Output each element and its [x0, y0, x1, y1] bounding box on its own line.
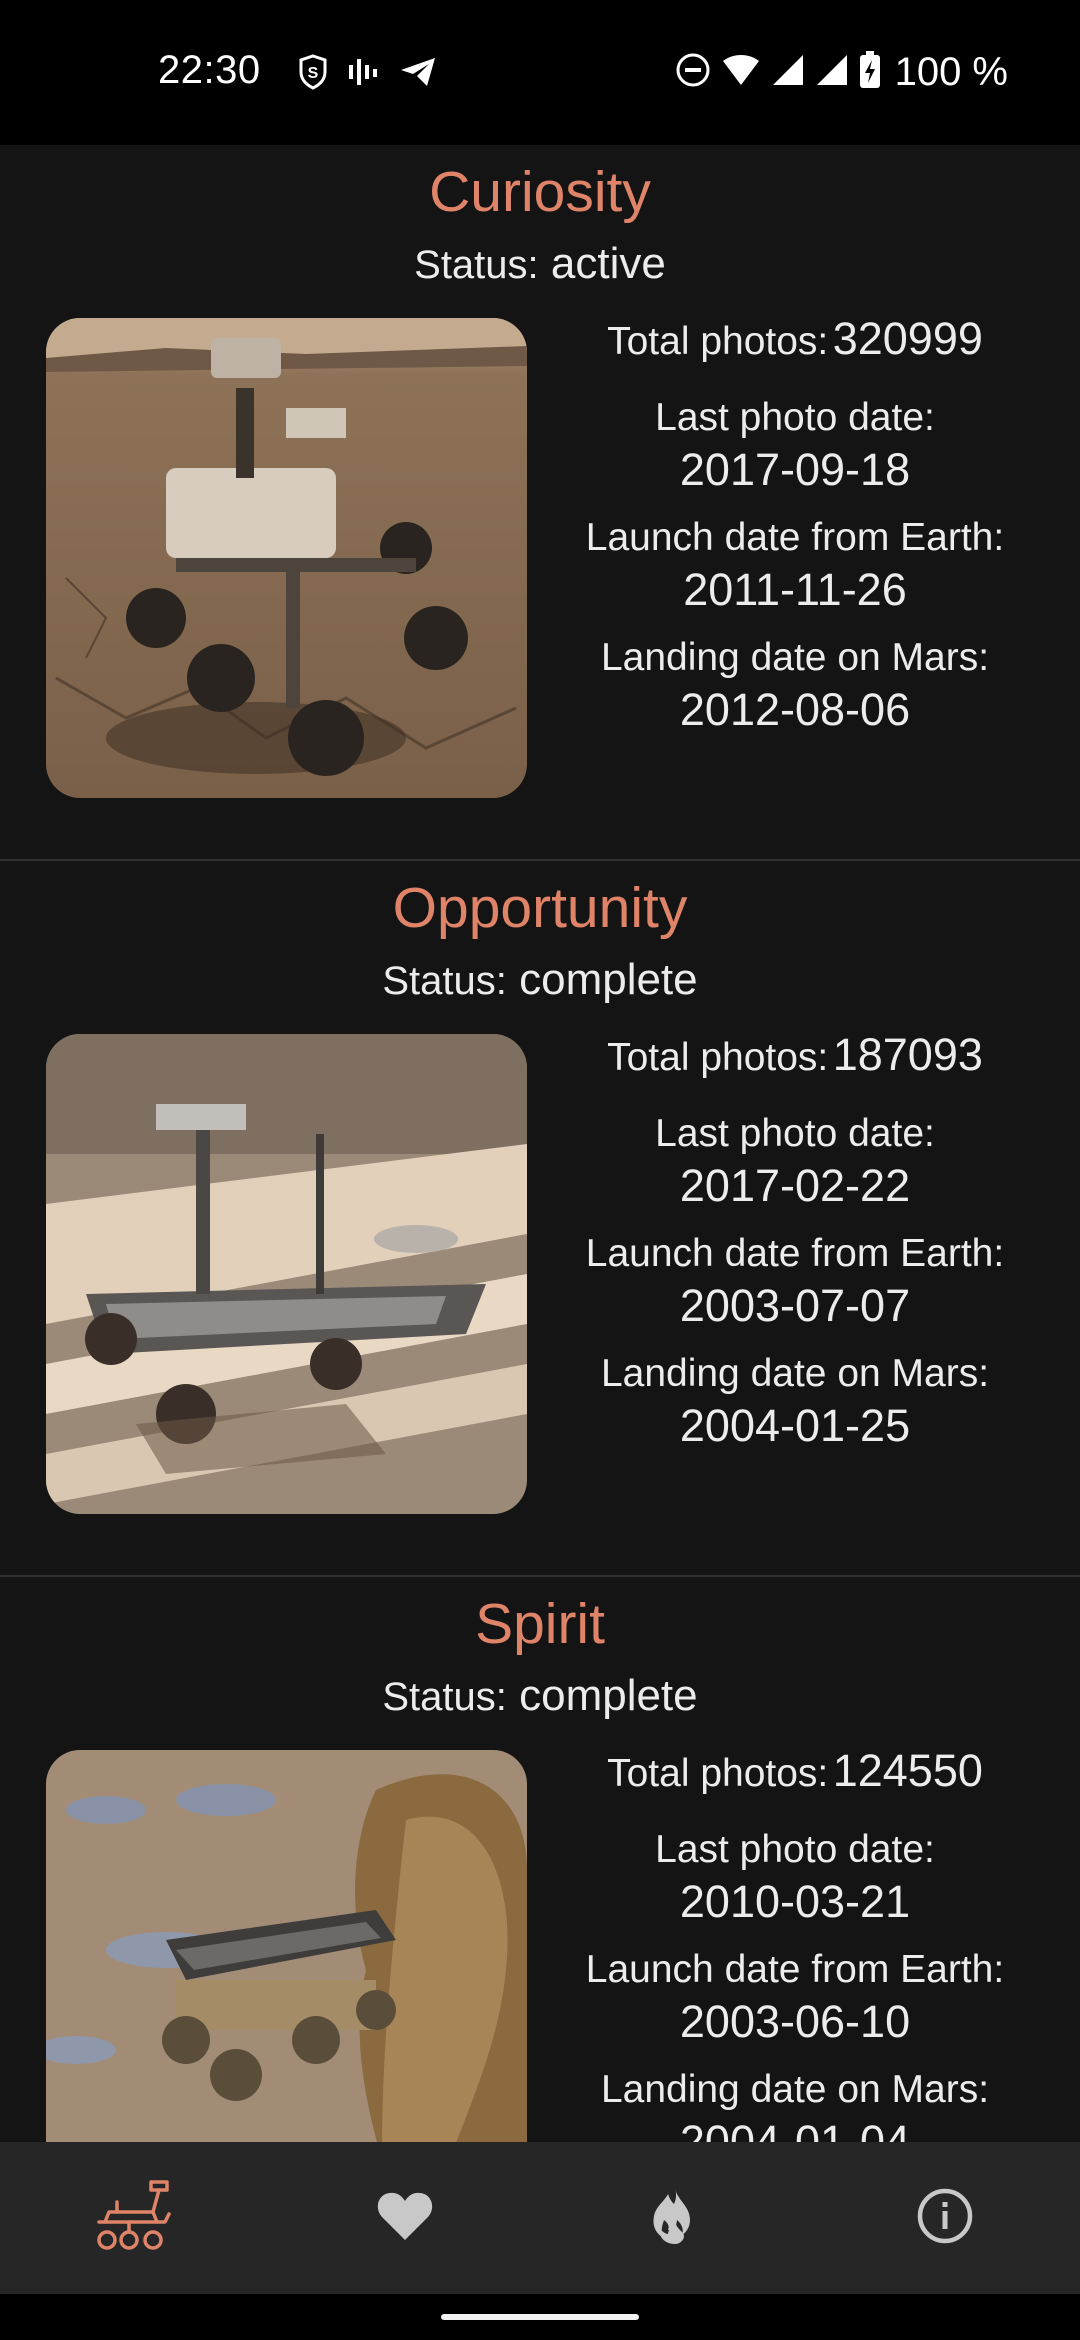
status-value: active: [550, 239, 666, 288]
rover-card-spirit[interactable]: Spirit Status: complete Total photos: 12…: [0, 1577, 1080, 2142]
rover-photo[interactable]: [46, 1750, 527, 2142]
nav-item-popular[interactable]: [540, 2142, 810, 2294]
status-bar: 22:30 S 100 %: [0, 0, 1080, 145]
telegram-icon: [399, 56, 437, 93]
home-gesture-bar[interactable]: [441, 2314, 639, 2320]
rover-card-opportunity[interactable]: Opportunity Status: complete Total photo…: [0, 861, 1080, 1577]
rover-photo[interactable]: [46, 318, 527, 798]
signal-icon: [815, 53, 849, 92]
sound-bars-icon: [347, 57, 381, 92]
rover-name: Curiosity: [429, 160, 651, 224]
battery-percentage: 100 %: [894, 50, 1008, 94]
landing-date: Landing date on Mars: 2004-01-04: [600, 2068, 990, 2142]
rover-status: Status: complete: [0, 1671, 1080, 1721]
rover-name: Opportunity: [392, 876, 688, 940]
rover-details: Total photos: 124550 Last photo date: 20…: [555, 1745, 1035, 2142]
launch-date: Launch date from Earth: 2003-06-10: [585, 1948, 1005, 2047]
total-photos: Total photos: 320999: [607, 313, 983, 364]
nav-item-favorites[interactable]: [270, 2142, 540, 2294]
rover-icon: [93, 2178, 177, 2259]
rover-details: Total photos: 320999 Last photo date: 20…: [555, 313, 1035, 752]
last-photo-date: Last photo date: 2010-03-21: [655, 1828, 935, 1927]
launch-date: Launch date from Earth: 2011-11-26: [585, 516, 1005, 615]
svg-text:S: S: [308, 65, 319, 82]
battery-charging-icon: [859, 51, 881, 94]
total-photos: Total photos: 187093: [607, 1029, 983, 1080]
info-icon: [916, 2187, 974, 2250]
gesture-area: [0, 2294, 1080, 2340]
rover-list[interactable]: Curiosity Status: active Total photos: 3…: [0, 145, 1080, 2142]
heart-icon: [376, 2190, 434, 2247]
fire-icon: [650, 2186, 700, 2251]
status-label: Status:: [382, 1675, 507, 1719]
rover-card-curiosity[interactable]: Curiosity Status: active Total photos: 3…: [0, 145, 1080, 861]
wifi-icon: [721, 53, 761, 92]
launch-date: Launch date from Earth: 2003-07-07: [585, 1232, 1005, 1331]
total-photos: Total photos: 124550: [607, 1745, 983, 1796]
last-photo-date: Last photo date: 2017-09-18: [655, 396, 935, 495]
rover-status: Status: complete: [0, 955, 1080, 1005]
rover-status: Status: active: [0, 239, 1080, 289]
dnd-icon: [675, 52, 711, 93]
rover-photo[interactable]: [46, 1034, 527, 1514]
landing-date: Landing date on Mars: 2012-08-06: [600, 636, 990, 735]
notification-icons: S: [297, 54, 437, 95]
status-value: complete: [519, 1671, 698, 1720]
shield-s-icon: S: [297, 54, 329, 95]
rover-name: Spirit: [475, 1592, 605, 1656]
status-label: Status:: [414, 243, 539, 287]
last-photo-date: Last photo date: 2017-02-22: [655, 1112, 935, 1211]
bottom-navigation: [0, 2142, 1080, 2294]
landing-date: Landing date on Mars: 2004-01-25: [600, 1352, 990, 1451]
status-value: complete: [519, 955, 698, 1004]
signal-icon: [771, 53, 805, 92]
rover-details: Total photos: 187093 Last photo date: 20…: [555, 1029, 1035, 1468]
nav-item-rovers[interactable]: [0, 2142, 270, 2294]
nav-item-info[interactable]: [810, 2142, 1080, 2294]
system-status-icons: 100 %: [675, 50, 1008, 95]
status-label: Status:: [382, 959, 507, 1003]
status-time: 22:30: [158, 48, 261, 92]
